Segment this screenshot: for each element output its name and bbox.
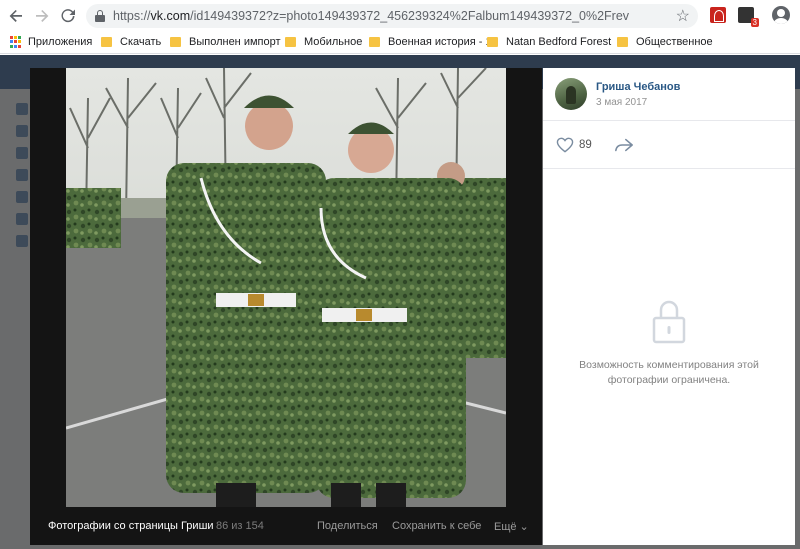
like-count: 89 xyxy=(579,139,592,151)
bookmark-label: Военная история - 1 xyxy=(388,36,492,48)
bookmark-label: Скачать xyxy=(120,36,162,48)
padlock-icon xyxy=(652,300,686,344)
messages-icon xyxy=(16,147,28,159)
folder-icon xyxy=(101,37,112,47)
comments-closed-notice: Возможность комментирования этой фотогра… xyxy=(543,298,795,388)
folder-icon xyxy=(369,37,380,47)
bookmark-star-icon[interactable]: ☆ xyxy=(676,6,690,26)
address-bar[interactable]: https://vk.com/id149439372?z=photo149439… xyxy=(86,4,698,28)
back-arrow-icon[interactable] xyxy=(3,3,29,29)
lock-icon xyxy=(95,10,105,22)
photo-info-panel: Гриша Чебанов 3 мая 2017 89 Возможность … xyxy=(543,68,795,545)
profile-avatar-icon[interactable] xyxy=(772,6,790,24)
album-title-link[interactable]: Фотографии со страницы Гриши xyxy=(48,520,214,532)
bookmark-label: Natan Bedford Forest xyxy=(506,36,612,48)
bookmark-label: Мобильное xyxy=(304,36,363,48)
bookmark-label: Приложения xyxy=(28,36,93,48)
bookmark-folder[interactable]: Мобильное xyxy=(285,36,362,48)
bookmarks-bar: Приложения Скачать Выполнен импорт Мобил… xyxy=(0,32,800,54)
bookmark-label: Общественное xyxy=(636,36,713,48)
music-icon xyxy=(16,213,28,225)
more-menu-button[interactable]: Ещё ⌄ xyxy=(494,520,529,533)
vk-side-menu xyxy=(16,103,30,257)
viewer-footer: Фотографии со страницы Гриши 86 из 154 П… xyxy=(30,514,542,538)
post-date: 3 мая 2017 xyxy=(596,97,648,108)
friends-icon xyxy=(16,169,28,181)
share-link[interactable]: Поделиться xyxy=(317,520,378,532)
photo-counter: 86 из 154 xyxy=(216,520,264,532)
extension-icon[interactable]: 3 xyxy=(738,7,759,27)
video-icon xyxy=(16,235,28,247)
pdf-extension-icon[interactable] xyxy=(710,7,726,23)
actions-row: 89 xyxy=(543,121,795,169)
bookmark-folder[interactable]: Natan Bedford Forest xyxy=(487,36,611,48)
share-arrow-icon[interactable] xyxy=(614,137,634,153)
folder-icon xyxy=(285,37,296,47)
folder-icon xyxy=(170,37,181,47)
extension-badge: 3 xyxy=(750,18,759,27)
bookmark-folder[interactable]: Общественное xyxy=(617,36,713,48)
browser-toolbar: https://vk.com/id149439372?z=photo149439… xyxy=(0,0,800,32)
photo-image[interactable] xyxy=(66,68,506,507)
photos-icon xyxy=(16,191,28,203)
news-icon xyxy=(16,125,28,137)
folder-icon xyxy=(617,37,628,47)
url-text: https://vk.com/id149439372?z=photo149439… xyxy=(113,9,630,23)
photo-viewer: Фотографии со страницы Гриши 86 из 154 П… xyxy=(30,68,542,545)
author-row: Гриша Чебанов 3 мая 2017 xyxy=(543,68,795,121)
author-name-link[interactable]: Гриша Чебанов xyxy=(596,81,680,93)
bookmark-folder[interactable]: Скачать xyxy=(101,36,161,48)
folder-icon xyxy=(487,37,498,47)
home-icon xyxy=(16,103,28,115)
apps-grid-icon xyxy=(10,36,22,48)
bookmark-apps[interactable]: Приложения xyxy=(10,36,92,48)
bookmark-folder[interactable]: Выполнен импорт xyxy=(170,36,281,48)
comments-closed-text: Возможность комментирования этой фотогра… xyxy=(579,359,759,386)
avatar[interactable] xyxy=(555,78,587,110)
forward-arrow-icon[interactable] xyxy=(29,3,55,29)
save-link[interactable]: Сохранить к себе xyxy=(392,520,481,532)
reload-icon[interactable] xyxy=(55,3,81,29)
heart-icon[interactable] xyxy=(556,137,574,153)
bookmark-label: Выполнен импорт xyxy=(189,36,281,48)
bookmark-folder[interactable]: Военная история - 1 xyxy=(369,36,492,48)
